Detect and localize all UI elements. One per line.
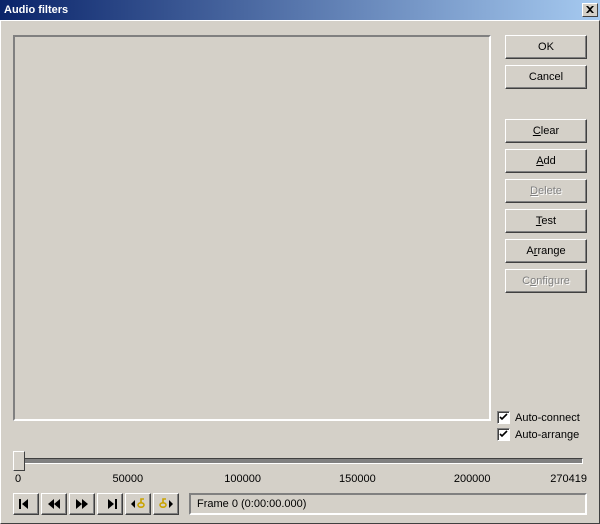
add-button[interactable]: Add: [505, 149, 587, 173]
tick-label: 270419: [550, 473, 587, 485]
tick-label: 200000: [454, 473, 491, 485]
auto-arrange-label: Auto-arrange: [515, 429, 579, 441]
cancel-button[interactable]: Cancel: [505, 65, 587, 89]
step-forward-button[interactable]: [69, 493, 95, 515]
frame-readout-text: Frame 0 (0:00:00.000): [197, 498, 306, 510]
test-button[interactable]: Test: [505, 209, 587, 233]
timeline-slider[interactable]: [13, 451, 587, 471]
auto-arrange-check[interactable]: Auto-arrange: [497, 428, 587, 441]
window-title: Audio filters: [4, 4, 582, 16]
clear-button[interactable]: Clear: [505, 119, 587, 143]
delete-button-label: Delete: [530, 185, 562, 197]
key-prev-button[interactable]: [125, 493, 151, 515]
test-button-label: Test: [536, 215, 556, 227]
go-end-button[interactable]: [97, 493, 123, 515]
step-back-button[interactable]: [41, 493, 67, 515]
checkbox-icon: [497, 411, 510, 424]
configure-button-label: Configure: [522, 275, 570, 287]
arrange-button[interactable]: Arrange: [505, 239, 587, 263]
ok-button-label: OK: [538, 41, 554, 53]
key-next-button[interactable]: [153, 493, 179, 515]
auto-connect-check[interactable]: Auto-connect: [497, 411, 587, 424]
tick-label: 150000: [339, 473, 376, 485]
button-column: OK Cancel Clear Add Delete Test Arrange …: [505, 35, 587, 293]
go-start-button[interactable]: [13, 493, 39, 515]
checkbox-icon: [497, 428, 510, 441]
add-button-label: Add: [536, 155, 556, 167]
dialog-body: OK Cancel Clear Add Delete Test Arrange …: [0, 20, 600, 524]
arrange-button-label: Arrange: [526, 245, 565, 257]
ok-button[interactable]: OK: [505, 35, 587, 59]
tick-label: 100000: [224, 473, 261, 485]
timeline-ticks: 0 50000 100000 150000 200000 270419: [13, 473, 587, 487]
tick-label: 50000: [113, 473, 144, 485]
auto-connect-label: Auto-connect: [515, 412, 580, 424]
delete-button[interactable]: Delete: [505, 179, 587, 203]
cancel-button-label: Cancel: [529, 71, 563, 83]
clear-button-label: Clear: [533, 125, 559, 137]
frame-readout: Frame 0 (0:00:00.000): [189, 493, 587, 515]
transport-controls: [13, 493, 179, 515]
checkbox-group: Auto-connect Auto-arrange: [497, 411, 587, 441]
title-bar: Audio filters: [0, 0, 600, 20]
tick-label: 0: [15, 473, 21, 485]
slider-thumb[interactable]: [13, 451, 25, 471]
close-button[interactable]: [582, 3, 598, 17]
slider-track: [17, 458, 583, 464]
filter-graph-canvas[interactable]: [13, 35, 491, 421]
configure-button[interactable]: Configure: [505, 269, 587, 293]
